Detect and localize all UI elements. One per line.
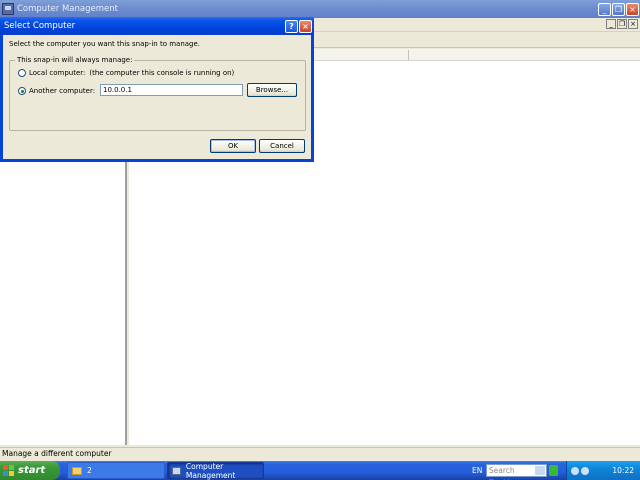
status-bar: Manage a different computer <box>0 447 640 460</box>
main-window-title: Computer Management <box>17 4 118 14</box>
taskbar-item-label: Computer Management <box>185 461 236 480</box>
local-computer-note: (the computer this console is running on… <box>89 69 235 77</box>
close-button[interactable]: × <box>626 2 639 16</box>
computer-name-input[interactable]: 10.0.0.1 <box>100 84 243 96</box>
another-computer-radio[interactable] <box>18 87 26 95</box>
desktop-search-input[interactable]: Search Desktop <box>485 464 547 480</box>
local-computer-option[interactable]: Local computer: (the computer this conso… <box>18 69 234 77</box>
start-button[interactable]: start <box>0 461 60 480</box>
search-placeholder: Search Desktop <box>488 466 520 480</box>
network-icon[interactable] <box>571 466 580 475</box>
browse-button[interactable]: Browse... <box>247 83 297 97</box>
main-window-titlebar[interactable]: Computer Management _ ❐ × <box>0 0 640 18</box>
help-button[interactable]: ? <box>285 19 298 33</box>
search-go-icon[interactable] <box>548 465 559 476</box>
minimize-button[interactable]: _ <box>598 2 611 16</box>
another-computer-label: Another computer: <box>29 87 96 95</box>
system-tray: EN Search Desktop 10:22 <box>470 461 640 480</box>
volume-icon[interactable] <box>581 466 590 475</box>
notification-area: 10:22 <box>566 461 640 480</box>
dialog-prompt: Select the computer you want this snap-i… <box>9 40 201 48</box>
cancel-button[interactable]: Cancel <box>259 139 305 153</box>
dialog-titlebar[interactable]: Select Computer ? × <box>0 17 314 35</box>
folder-icon <box>72 466 82 475</box>
child-minimize-button[interactable]: _ <box>606 19 616 29</box>
taskbar-item-folder[interactable]: 2 <box>67 462 165 479</box>
mmc-icon <box>172 466 181 475</box>
restore-button[interactable]: ❐ <box>612 2 625 16</box>
dialog-title: Select Computer <box>4 21 76 31</box>
child-close-button[interactable]: × <box>628 19 638 29</box>
child-restore-button[interactable]: ❐ <box>617 19 627 29</box>
taskbar-item-computer-management[interactable]: Computer Management <box>167 461 264 480</box>
computer-management-icon <box>2 3 14 15</box>
another-computer-option[interactable]: Another computer: <box>18 87 95 95</box>
language-indicator[interactable]: EN <box>472 466 485 475</box>
column-separator[interactable] <box>408 50 409 60</box>
clock[interactable]: 10:22 <box>612 466 634 475</box>
select-computer-dialog: Select Computer ? × Select the computer … <box>0 17 314 162</box>
dialog-close-button[interactable]: × <box>299 19 312 33</box>
local-computer-radio[interactable] <box>18 69 26 77</box>
taskbar-item-label: 2 <box>87 466 92 475</box>
ok-button[interactable]: OK <box>210 139 256 153</box>
windows-logo-icon <box>3 465 14 476</box>
start-label: start <box>18 465 46 476</box>
groupbox-label: This snap-in will always manage: <box>15 56 135 64</box>
local-computer-label: Local computer: <box>29 69 86 77</box>
search-dropdown-icon[interactable] <box>534 466 545 475</box>
